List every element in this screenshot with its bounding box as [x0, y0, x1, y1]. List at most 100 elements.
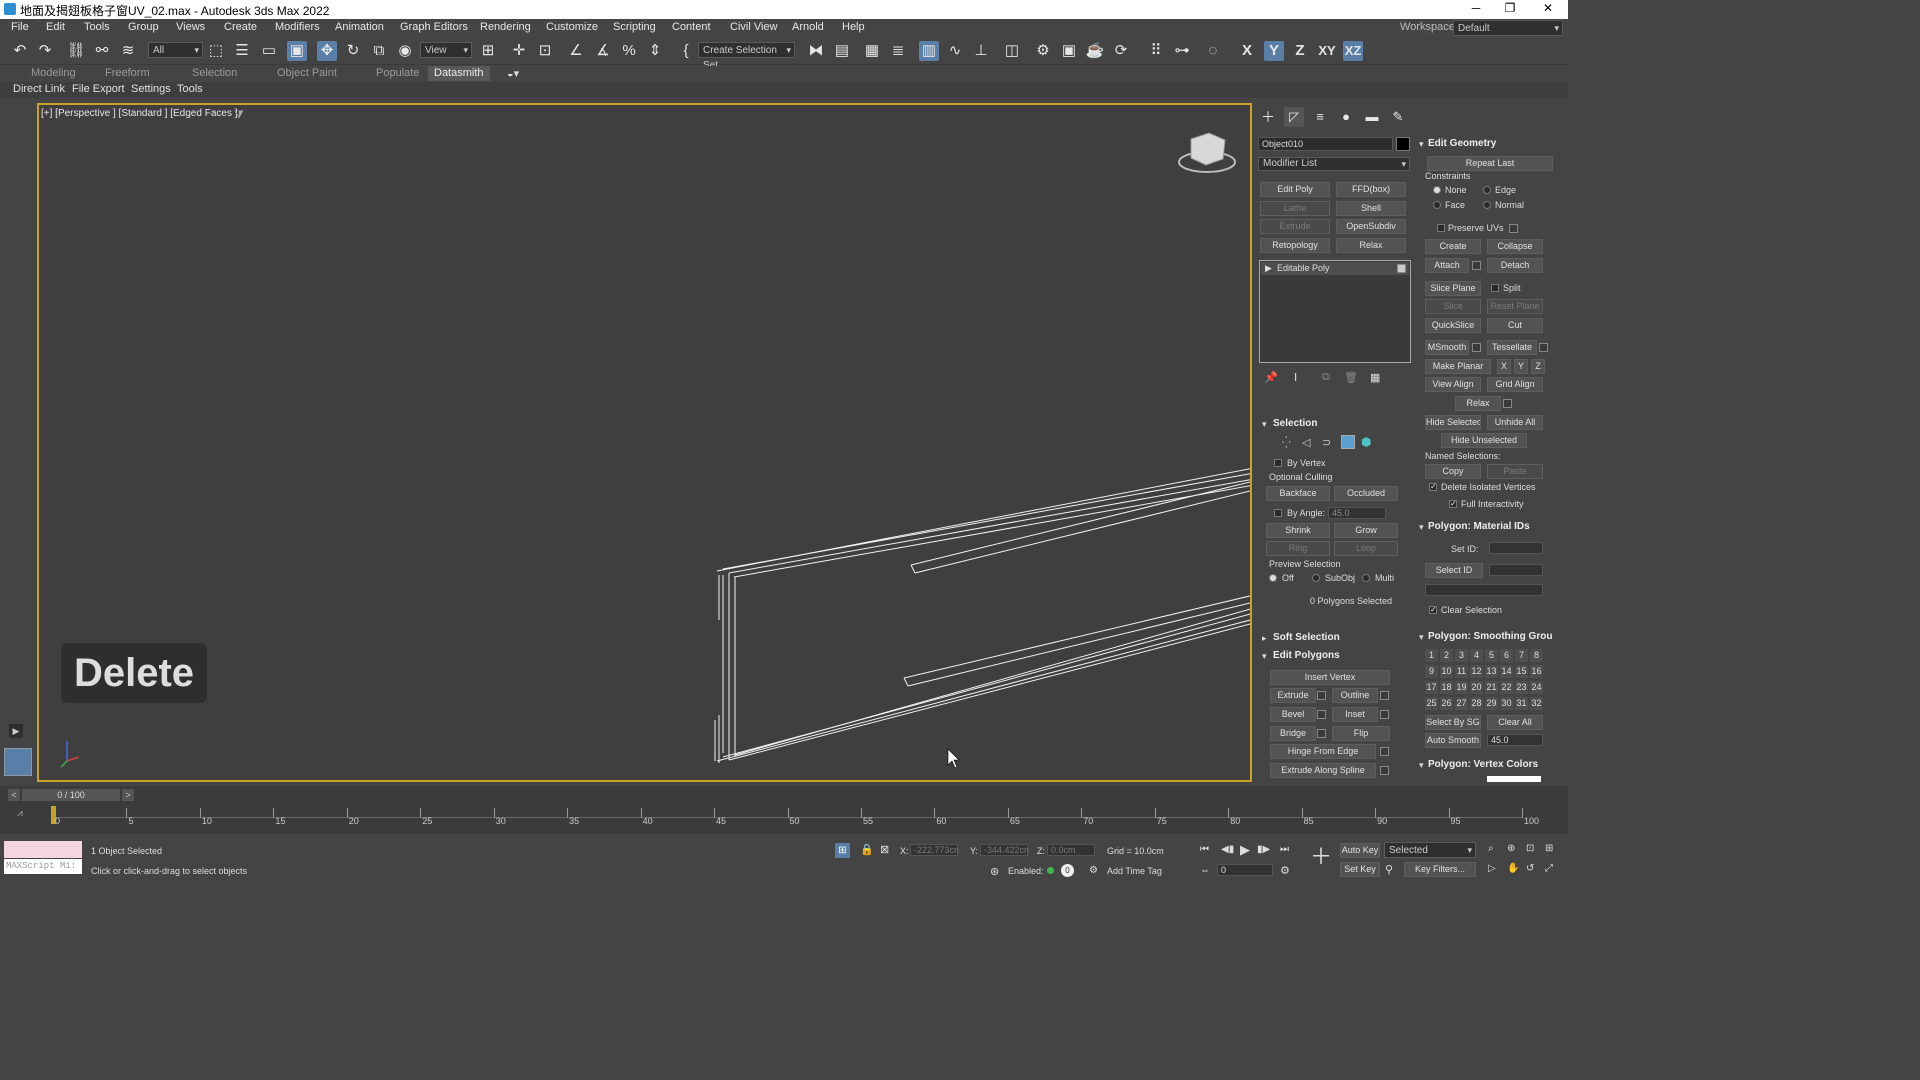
zoom-extents-all-icon[interactable]: ⊞	[1545, 843, 1553, 854]
axis-y-button[interactable]: Y	[1264, 41, 1284, 61]
adaptive-degradation-icon[interactable]: ⊛	[990, 865, 999, 878]
angle-spinner[interactable]: 45.0	[1328, 507, 1386, 519]
close-button[interactable]: ✕	[1530, 0, 1566, 19]
menu-customize[interactable]: Customize	[546, 21, 598, 33]
smoothing-group-21-button[interactable]: 21	[1485, 681, 1498, 694]
tab-modeling[interactable]: Modeling	[31, 67, 76, 79]
hierarchy-tab-icon[interactable]: ≡	[1310, 107, 1330, 127]
by-angle-checkbox[interactable]	[1274, 509, 1282, 517]
minimize-button[interactable]: ─	[1458, 0, 1494, 19]
relax-settings-icon[interactable]	[1503, 399, 1512, 408]
scene-explorer-icon[interactable]: ▦	[862, 41, 882, 61]
selection-grid-icon[interactable]: ⠿	[1146, 41, 1166, 61]
material-ids-rollout-title[interactable]: Polygon: Material IDs	[1428, 521, 1530, 532]
constraint-edge-radio[interactable]	[1483, 186, 1491, 194]
cut-button[interactable]: Cut	[1487, 318, 1543, 333]
bridge-settings-icon[interactable]	[1317, 729, 1326, 738]
constraint-face-radio[interactable]	[1433, 201, 1441, 209]
bridge-button[interactable]: Bridge	[1270, 726, 1316, 741]
time-slider[interactable]: 0 / 100	[22, 789, 120, 801]
planar-x-button[interactable]: X	[1497, 359, 1511, 374]
smoothing-group-16-button[interactable]: 16	[1530, 665, 1543, 678]
auto-smooth-button[interactable]: Auto Smooth	[1425, 733, 1481, 748]
restore-button[interactable]: ❐	[1492, 0, 1528, 19]
pin-stack-icon[interactable]: 📌	[1264, 371, 1278, 384]
maximize-viewport-icon[interactable]: ⤢	[1545, 863, 1553, 874]
render-production-icon[interactable]: ☕	[1085, 41, 1105, 61]
polygon-mode-icon[interactable]	[1341, 435, 1355, 449]
modifier-stack[interactable]: ▶ Editable Poly	[1259, 260, 1411, 363]
align-icon[interactable]: ▤	[832, 41, 852, 61]
detach-button[interactable]: Detach	[1487, 258, 1543, 273]
menu-graph-editors[interactable]: Graph Editors	[400, 21, 468, 33]
reference-coordinate-dropdown[interactable]: View	[420, 42, 472, 58]
configure-sets-icon[interactable]: ▦	[1370, 371, 1380, 384]
window-crossing-icon[interactable]: ▣	[287, 41, 307, 61]
vertex-colors-rollout-title[interactable]: Polygon: Vertex Colors	[1428, 759, 1538, 770]
current-frame-field[interactable]: 0	[1217, 864, 1273, 876]
smoothing-group-9-button[interactable]: 9	[1425, 665, 1438, 678]
maxscript-input[interactable]: MAXScript Mi:	[4, 859, 82, 874]
smoothing-group-11-button[interactable]: 11	[1455, 665, 1468, 678]
smoothing-group-14-button[interactable]: 14	[1500, 665, 1513, 678]
select-place-icon[interactable]: ◉	[395, 41, 415, 61]
set-keys-big-icon[interactable]: ＋	[1310, 846, 1332, 868]
tessellate-settings-icon[interactable]	[1539, 343, 1548, 352]
border-mode-icon[interactable]: ⊃	[1322, 436, 1331, 449]
extrude-along-spline-settings-icon[interactable]	[1380, 766, 1389, 775]
layer-explorer-icon[interactable]: ≣	[888, 41, 908, 61]
zoom-icon[interactable]: ⌕	[1488, 843, 1494, 854]
spinner-snap-icon[interactable]: ⇕	[645, 41, 665, 61]
motion-tab-icon[interactable]: ●	[1336, 107, 1356, 127]
orbit-icon[interactable]: ↺	[1526, 863, 1534, 874]
collapse-arrow-icon[interactable]: ▾	[1419, 632, 1424, 643]
extrude-along-spline-button[interactable]: Extrude Along Spline	[1270, 763, 1376, 778]
curve-editor-icon[interactable]: ∿	[945, 41, 965, 61]
preview-off-radio[interactable]	[1269, 574, 1277, 582]
preview-multi-radio[interactable]	[1362, 574, 1370, 582]
menu-scripting[interactable]: Scripting	[613, 21, 656, 33]
bevel-settings-icon[interactable]	[1317, 710, 1326, 719]
relax-button[interactable]: Relax	[1455, 396, 1501, 411]
hide-unselected-button[interactable]: Hide Unselected	[1441, 433, 1527, 448]
time-tag-icon[interactable]: ⚙	[1089, 865, 1098, 876]
smoothing-group-4-button[interactable]: 4	[1470, 649, 1483, 662]
preview-subobj-radio[interactable]	[1312, 574, 1320, 582]
flip-button[interactable]: Flip	[1332, 726, 1390, 741]
tools-button[interactable]: Tools	[177, 83, 203, 95]
rectangular-selection-icon[interactable]: ▭	[259, 41, 279, 61]
select-scale-icon[interactable]: ⧉	[369, 41, 389, 61]
grow-button[interactable]: Grow	[1334, 523, 1398, 538]
outline-settings-icon[interactable]	[1380, 691, 1389, 700]
constraint-none-radio[interactable]	[1433, 186, 1441, 194]
preserve-uvs-checkbox[interactable]	[1437, 224, 1445, 232]
slice-plane-button[interactable]: Slice Plane	[1425, 281, 1481, 296]
field-of-view-icon[interactable]: ▷	[1488, 863, 1496, 874]
pivot-center-icon[interactable]: ⊞	[478, 41, 498, 61]
vertex-color-swatch[interactable]	[1487, 776, 1541, 782]
collapse-arrow-icon[interactable]: ▾	[1419, 139, 1424, 150]
element-mode-icon[interactable]: ⬢	[1361, 435, 1371, 449]
backface-button[interactable]: Backface	[1266, 486, 1330, 501]
smoothing-group-6-button[interactable]: 6	[1500, 649, 1513, 662]
smoothing-group-8-button[interactable]: 8	[1530, 649, 1543, 662]
keyboard-shortcut-override-icon[interactable]: ⊡	[535, 41, 555, 61]
remove-modifier-icon[interactable]: 🗑	[1344, 371, 1358, 384]
expand-arrow-icon[interactable]: ▸	[1262, 633, 1267, 644]
smoothing-group-17-button[interactable]: 17	[1425, 681, 1438, 694]
extrude-settings-icon[interactable]	[1317, 691, 1326, 700]
preserve-uvs-settings-icon[interactable]	[1509, 224, 1518, 233]
smoothing-group-25-button[interactable]: 25	[1425, 697, 1438, 710]
toggle-icon[interactable]: 0	[1061, 864, 1074, 877]
clear-selection-checkbox[interactable]: ✓	[1429, 606, 1437, 614]
grid-align-button[interactable]: Grid Align	[1487, 377, 1543, 392]
create-tab-icon[interactable]: ＋	[1258, 107, 1278, 127]
menu-group[interactable]: Group	[128, 21, 159, 33]
direct-link-button[interactable]: Direct Link	[13, 83, 65, 95]
menu-edit[interactable]: Edit	[46, 21, 65, 33]
tessellate-button[interactable]: Tessellate	[1487, 340, 1537, 355]
redo-icon[interactable]: ↷	[35, 41, 55, 61]
snaps-toggle-icon[interactable]: ∠	[566, 41, 586, 61]
soft-selection-rollout-title[interactable]: Soft Selection	[1273, 632, 1340, 643]
auto-key-button[interactable]: Auto Key	[1340, 843, 1380, 858]
